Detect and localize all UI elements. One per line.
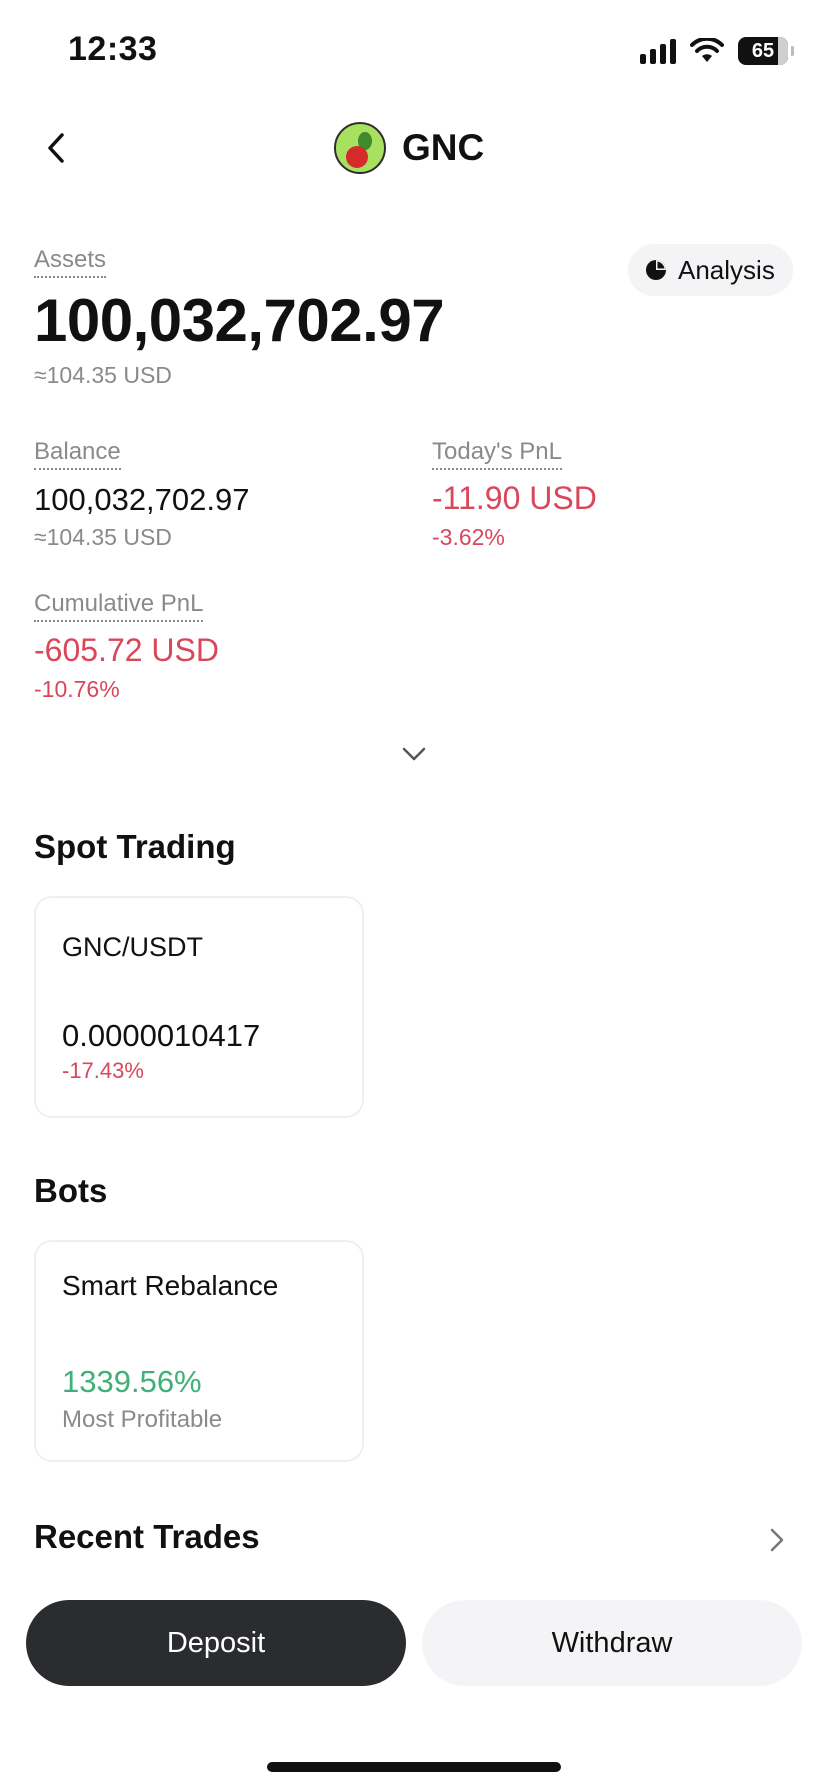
page-header: GNC — [334, 120, 484, 176]
chevron-down-icon — [402, 747, 426, 761]
spot-trading-title: Spot Trading — [34, 828, 236, 865]
cumulative-pnl-value: -605.72 USD — [34, 632, 219, 668]
spot-change: -17.43% — [62, 1058, 144, 1083]
deposit-button[interactable]: Deposit — [26, 1600, 406, 1686]
todays-pnl-label[interactable]: Today's PnL — [432, 438, 562, 470]
back-chevron-icon — [48, 133, 64, 163]
spot-trading-card[interactable]: GNC/USDT 0.0000010417 -17.43% — [34, 896, 364, 1118]
status-time: 12:33 — [68, 30, 158, 68]
home-indicator — [267, 1762, 561, 1772]
wifi-icon — [690, 38, 724, 62]
assets-label[interactable]: Assets — [34, 246, 107, 278]
cumulative-pnl-percent: -10.76% — [34, 676, 120, 702]
analysis-button[interactable]: Analysis — [628, 244, 793, 296]
bot-profit: 1339.56% — [62, 1364, 202, 1399]
bot-subtitle: Most Profitable — [62, 1406, 223, 1433]
battery-level: 65 — [751, 39, 775, 62]
signal-icon — [640, 38, 676, 64]
bot-card[interactable]: Smart Rebalance 1339.56% Most Profitable — [34, 1240, 364, 1462]
expand-button[interactable] — [398, 738, 430, 770]
battery-icon: 65 — [738, 37, 794, 65]
back-button[interactable] — [36, 128, 76, 168]
bot-name: Smart Rebalance — [62, 1270, 279, 1301]
pie-chart-icon — [646, 260, 666, 280]
assets-usd: ≈104.35 USD — [34, 362, 172, 388]
todays-pnl-value: -11.90 USD — [432, 480, 597, 516]
analysis-label: Analysis — [678, 254, 775, 285]
recent-trades-more-button[interactable] — [760, 1522, 794, 1558]
chevron-right-icon — [770, 1528, 784, 1552]
balance-usd: ≈104.35 USD — [34, 524, 172, 550]
spot-pair: GNC/USDT — [62, 932, 203, 962]
recent-trades-title: Recent Trades — [34, 1518, 260, 1555]
bots-title: Bots — [34, 1172, 108, 1209]
balance-label[interactable]: Balance — [34, 438, 121, 470]
assets-value: 100,032,702.97 — [34, 287, 445, 354]
withdraw-button[interactable]: Withdraw — [422, 1600, 802, 1686]
coin-logo — [334, 122, 386, 174]
status-icons: 65 — [640, 36, 794, 66]
spot-price: 0.0000010417 — [62, 1018, 261, 1053]
todays-pnl-percent: -3.62% — [432, 524, 505, 550]
cumulative-pnl-label[interactable]: Cumulative PnL — [34, 590, 204, 622]
balance-value: 100,032,702.97 — [34, 482, 250, 517]
page-title: GNC — [402, 127, 485, 168]
